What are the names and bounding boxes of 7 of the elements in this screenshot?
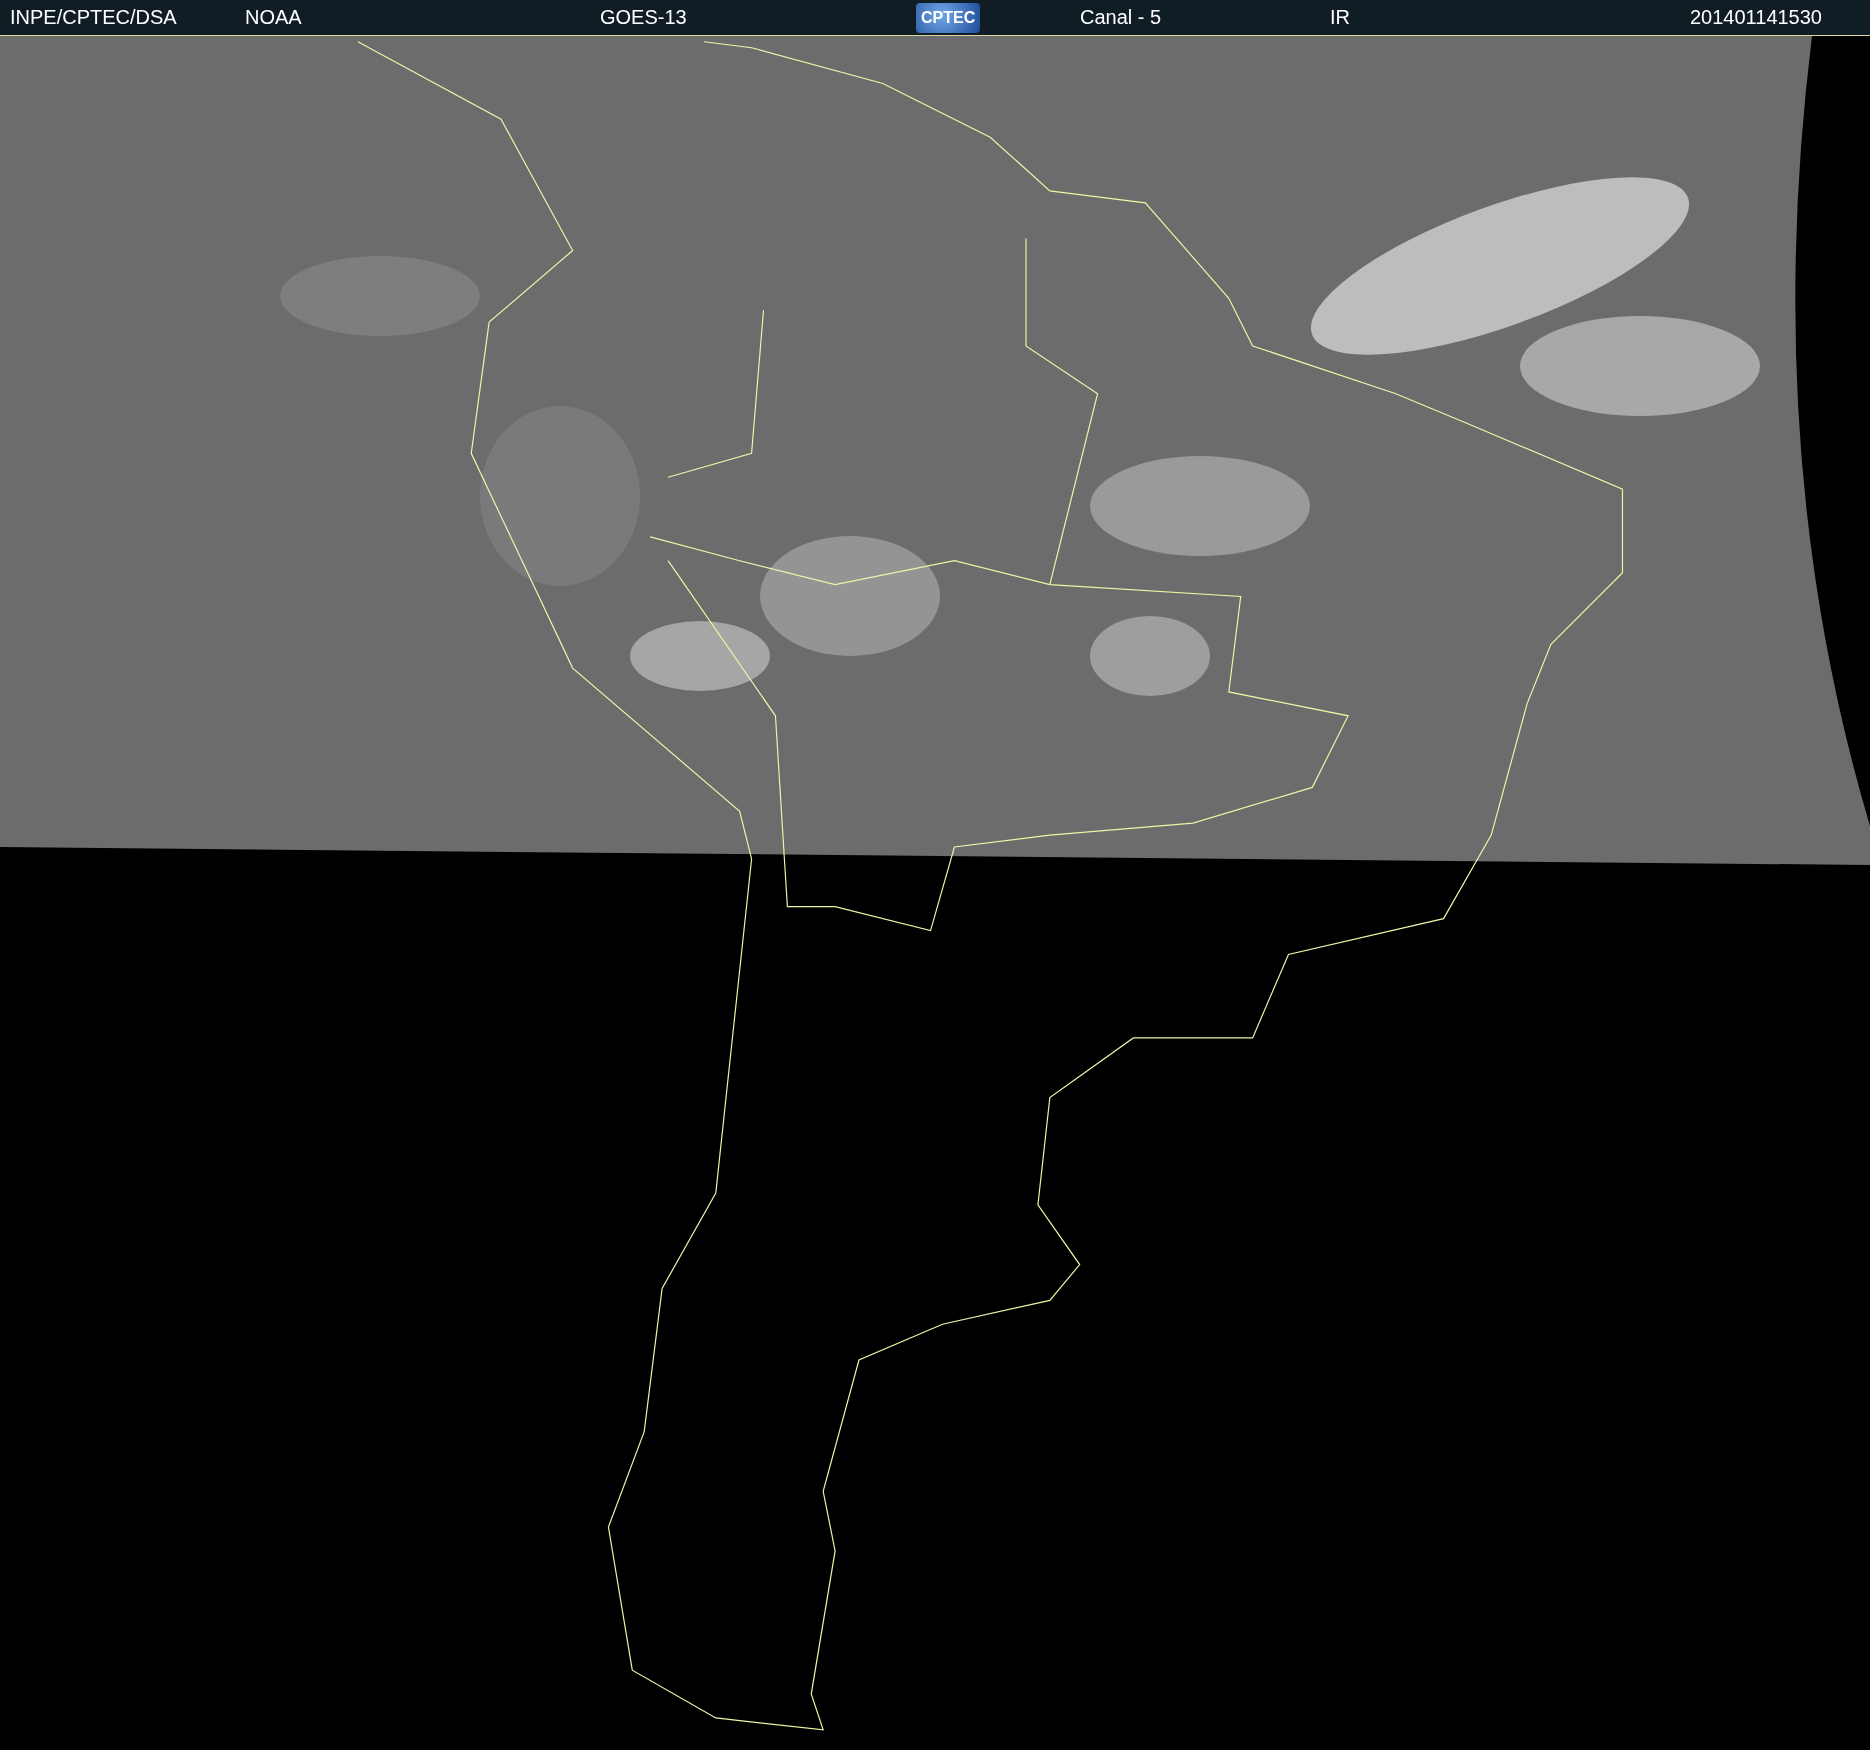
header-label: Canal - 5 <box>1080 6 1162 29</box>
header-label: INPE/CPTEC/DSA <box>10 6 177 29</box>
header-label: NOAA <box>245 6 302 29</box>
header-label: 201401141530 <box>1690 6 1822 29</box>
header-label: IR <box>1330 6 1350 29</box>
header-label: GOES-13 <box>600 6 687 29</box>
logo: CPTEC <box>916 2 981 33</box>
